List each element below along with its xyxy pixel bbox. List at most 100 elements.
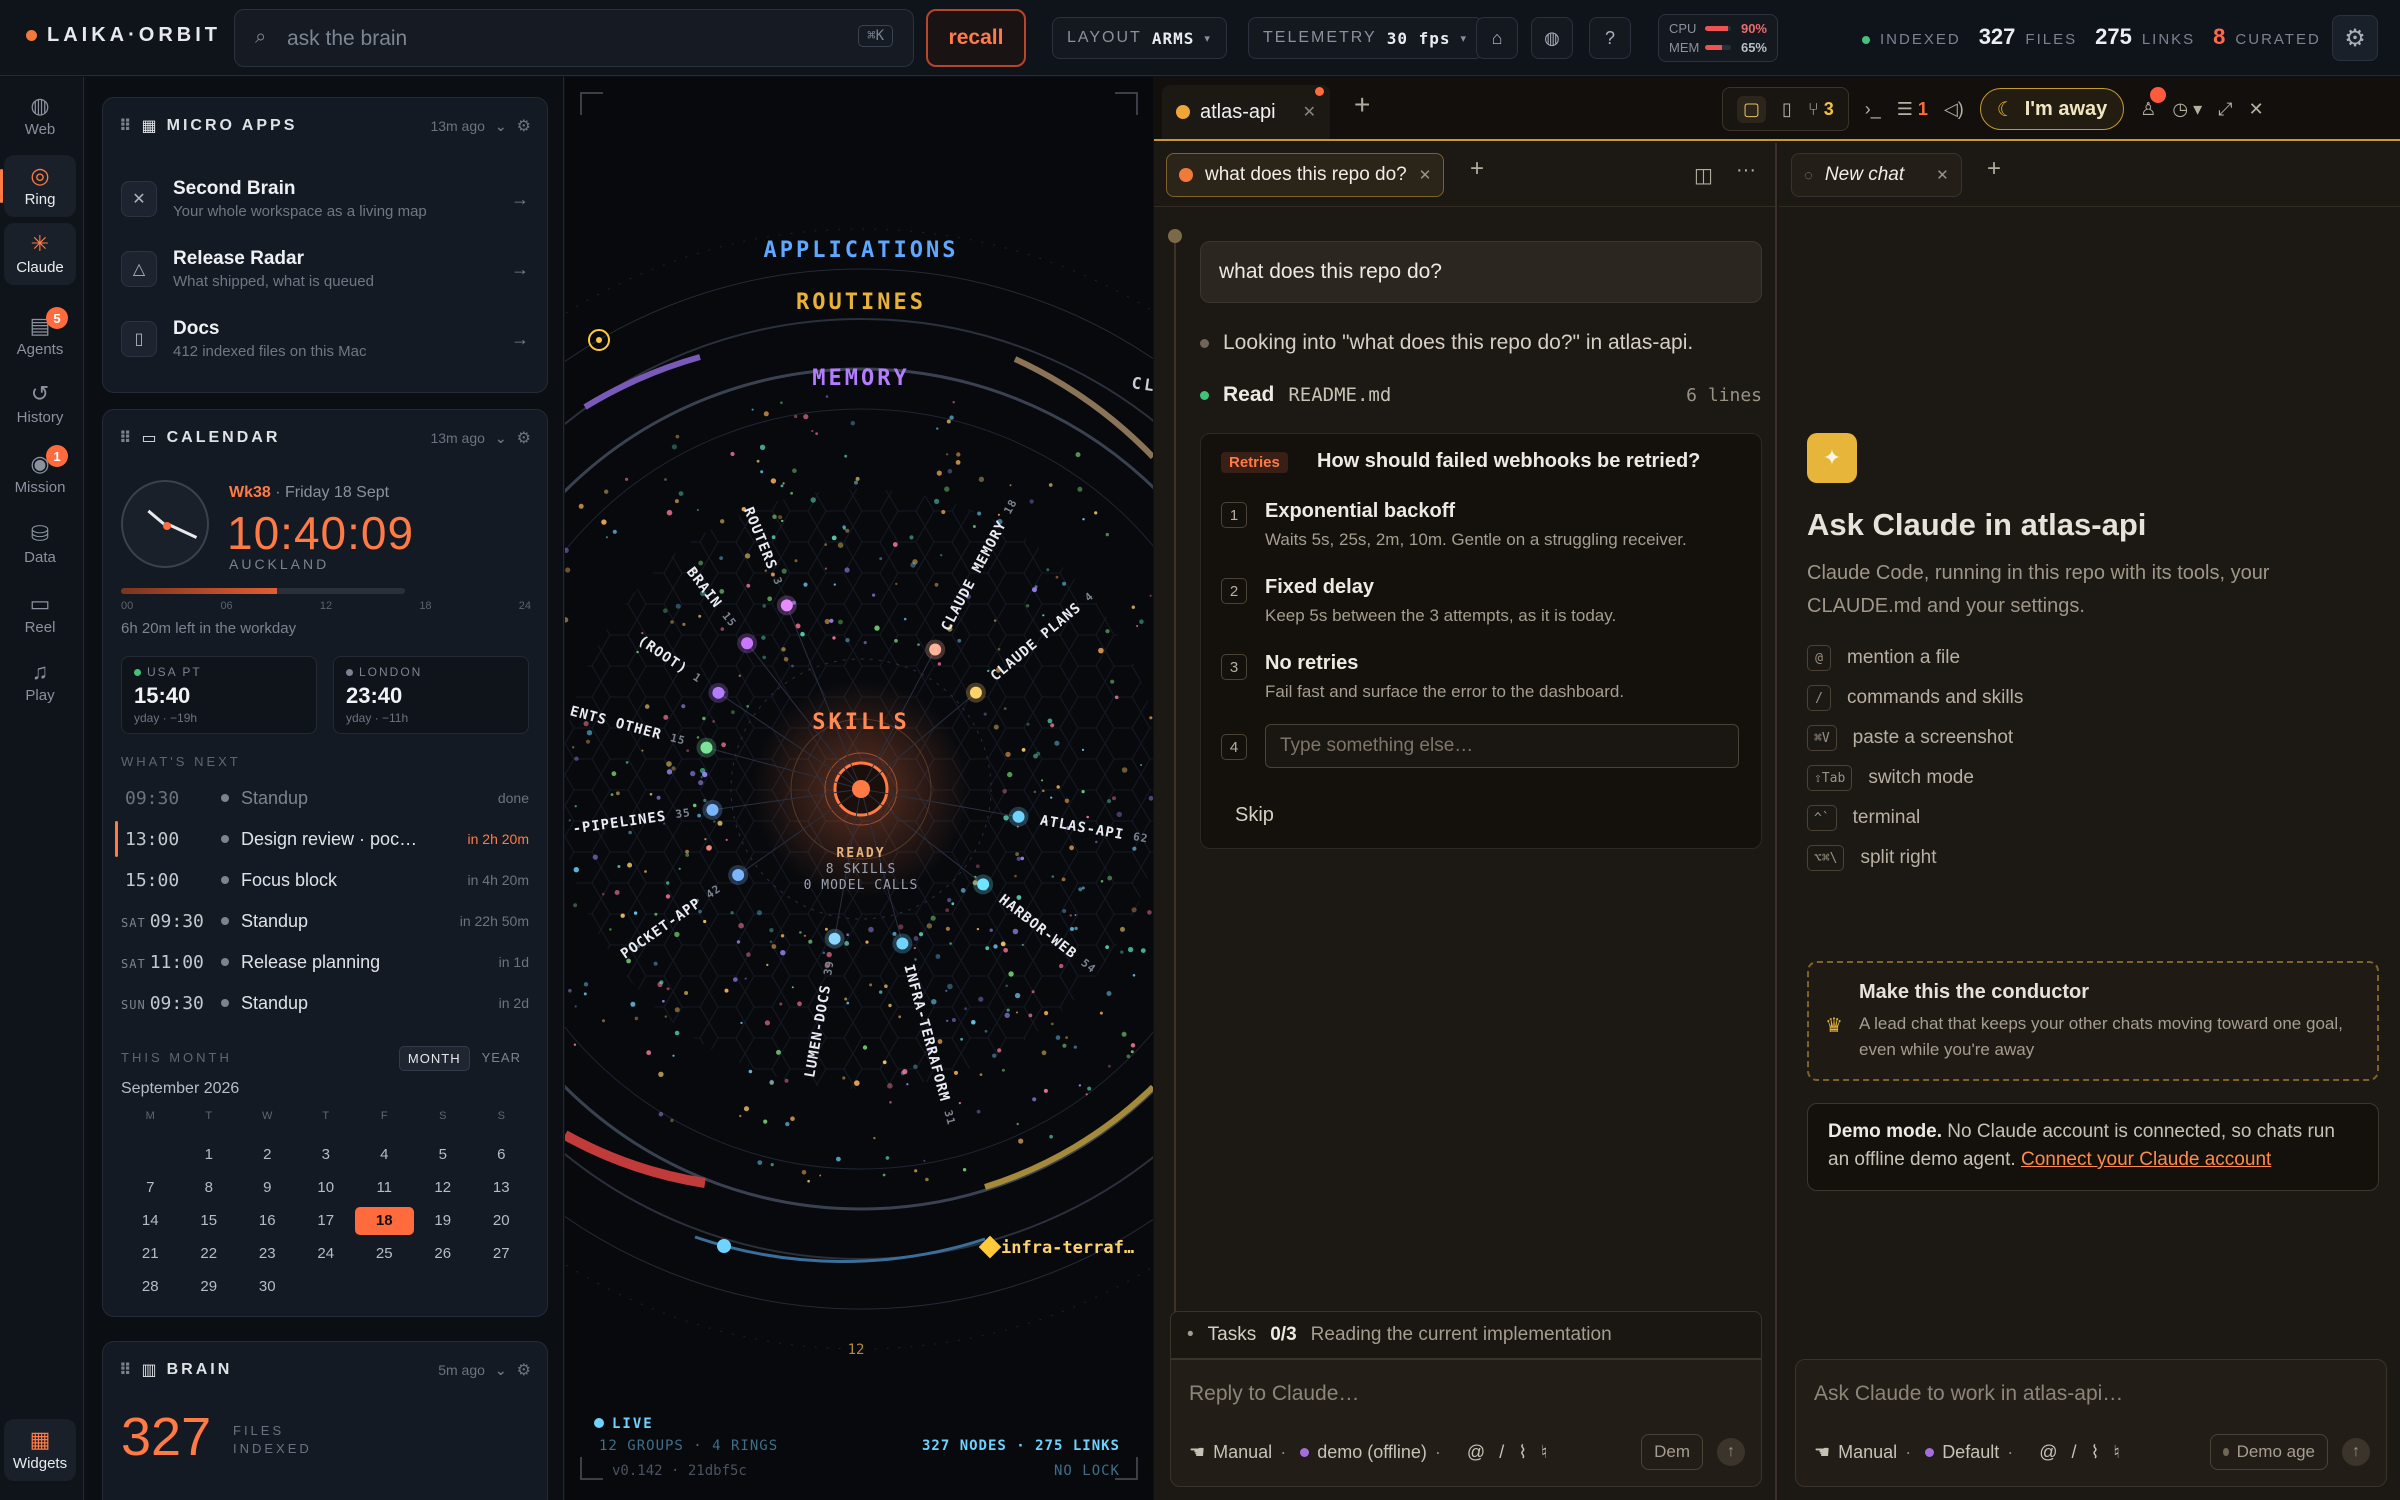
calendar-day[interactable]: 5 (414, 1138, 473, 1171)
reply-input[interactable]: Reply to Claude… (1189, 1382, 1359, 1406)
branch-icon[interactable]: ⑂ 3 (1808, 99, 1834, 120)
mention-icon[interactable]: @ (2039, 1442, 2057, 1463)
arm-node[interactable] (977, 878, 990, 891)
calendar-day[interactable]: 11 (355, 1171, 414, 1204)
chevron-down-icon[interactable]: ⌄ (495, 118, 507, 135)
gear-icon[interactable]: ⚙ (517, 116, 531, 136)
calendar-day[interactable]: 15 (180, 1204, 239, 1237)
arm-node[interactable] (732, 869, 745, 882)
help-button[interactable]: ? (1589, 17, 1631, 59)
gear-icon[interactable]: ⚙ (517, 1360, 531, 1380)
event-row[interactable]: 09:30 Standup done (121, 778, 529, 818)
skills-label[interactable]: SKILLS (812, 710, 909, 735)
user-icon[interactable]: ♙ (2140, 86, 2167, 120)
arm-node[interactable] (1012, 810, 1025, 823)
rail-item-mission[interactable]: ◉ Mission 1 (4, 443, 76, 505)
agent-tag[interactable]: Dem (1641, 1434, 1703, 1470)
ring-label[interactable]: APPLICATIONS (764, 238, 959, 263)
calendar-day[interactable]: 20 (472, 1204, 531, 1237)
calendar-day[interactable]: 25 (355, 1237, 414, 1270)
arm-node[interactable] (929, 643, 942, 656)
calendar-day[interactable]: 29 (180, 1270, 239, 1303)
chat-bubble-icon[interactable]: ▢ (1737, 95, 1767, 123)
chevron-down-icon[interactable]: ⌄ (495, 430, 507, 447)
search-input[interactable]: ask the brain (287, 27, 407, 51)
app-docs[interactable]: ▯ Docs 412 indexed files on this Mac → (121, 308, 529, 370)
rail-item-play[interactable]: ♫ Play (4, 651, 76, 713)
arm-node[interactable] (712, 686, 725, 699)
tab-atlas-api[interactable]: atlas-api ✕ (1162, 85, 1330, 139)
calendar-day[interactable]: 3 (297, 1138, 356, 1171)
mic-icon[interactable]: ♮ (1541, 1442, 1547, 1463)
event-row[interactable]: SAT 09:30 Standup in 22h 50m (121, 901, 529, 941)
home-button[interactable]: ⌂ (1476, 17, 1518, 59)
slash-icon[interactable]: / (2072, 1442, 2077, 1463)
send-button[interactable]: ↑ (1717, 1438, 1745, 1466)
telemetry-select[interactable]: TELEMETRY 30 fps ▾ (1248, 17, 1484, 59)
calendar-day[interactable]: 2 (238, 1138, 297, 1171)
arm-node[interactable] (828, 932, 841, 945)
ring-label[interactable]: ROUTINES (796, 290, 926, 315)
web-button[interactable]: ◍ (1531, 17, 1573, 59)
event-row[interactable]: 15:00 Focus block in 4h 20m (121, 860, 529, 900)
send-button[interactable]: ↑ (2342, 1438, 2370, 1466)
close-icon[interactable]: ✕ (1303, 102, 1316, 122)
rail-item-web[interactable]: ◍ Web (4, 85, 76, 147)
calendar-day[interactable]: 1 (180, 1138, 239, 1171)
ask-input[interactable]: Ask Claude to work in atlas-api… (1814, 1382, 2123, 1406)
app-release-radar[interactable]: △ Release Radar What shipped, what is queu… (121, 238, 529, 300)
ring-label[interactable]: MEMORY (812, 366, 909, 391)
calendar-day[interactable]: 21 (121, 1237, 180, 1270)
arm-node[interactable] (896, 937, 909, 950)
arm-node[interactable] (780, 599, 793, 612)
event-row[interactable]: 13:00 Design review · poc… in 2h 20m (115, 819, 529, 859)
toggle-month[interactable]: MONTH (398, 1046, 470, 1071)
event-row[interactable]: SUN 09:30 Standup in 2d (121, 983, 529, 1023)
rail-item-reel[interactable]: ▭ Reel (4, 583, 76, 645)
close-icon[interactable]: ✕ (2249, 99, 2264, 120)
toggle-year[interactable]: YEAR (474, 1046, 529, 1071)
calendar-day[interactable]: 27 (472, 1237, 531, 1270)
event-row[interactable]: SAT 11:00 Release planning in 1d (121, 942, 529, 982)
timezone-london[interactable]: LONDON 23:40 yday · −11h (333, 656, 529, 734)
list-icon[interactable]: ☰ 1 (1897, 99, 1928, 120)
settings-button[interactable]: ⚙ (2332, 15, 2378, 61)
model-select[interactable]: Default · (1925, 1442, 2013, 1463)
orbit-canvas[interactable]: ROUTERS 3BRAIN 15(ROOT) 1ENTS OTHER 15-P… (565, 77, 1153, 1500)
chat-tab-new[interactable]: ◌ New chat ✕ (1791, 153, 1962, 197)
calendar-day[interactable]: 6 (472, 1138, 531, 1171)
calendar-day[interactable]: 14 (121, 1204, 180, 1237)
calendar-day[interactable]: 28 (121, 1270, 180, 1303)
search-bar[interactable]: ⌕ ask the brain ⌘K (234, 9, 914, 67)
mode-select[interactable]: ☚ Manual · (1814, 1442, 1911, 1463)
calendar-day[interactable]: 23 (238, 1237, 297, 1270)
model-select[interactable]: demo (offline) · (1300, 1442, 1441, 1463)
calendar-day[interactable]: 22 (180, 1237, 239, 1270)
timezone-usa[interactable]: USA PT 15:40 yday · −19h (121, 656, 317, 734)
ask-composer[interactable]: Ask Claude to work in atlas-api… ☚ Manual… (1795, 1359, 2387, 1487)
mode-select[interactable]: ☚ Manual · (1189, 1442, 1286, 1463)
drag-handle-icon[interactable]: ⠿ (119, 1360, 132, 1380)
terminal-icon[interactable]: ›_ (1865, 99, 1881, 120)
tool-read-step[interactable]: Read README.md 6 lines (1200, 383, 1762, 407)
chevron-down-icon[interactable]: ⌄ (495, 1362, 507, 1379)
orbit-ring-view[interactable]: ROUTERS 3 BRAIN 15 (ROOT) 1 ENTS OTHER 15 -P… (565, 77, 1153, 1500)
agent-tag[interactable]: Demo age (2210, 1434, 2328, 1470)
rail-item-agents[interactable]: ▤ Agents 5 (4, 305, 76, 367)
new-chat-button[interactable]: + (1987, 155, 2001, 183)
calendar-day[interactable]: 8 (180, 1171, 239, 1204)
new-tab-button[interactable]: + (1354, 89, 1370, 121)
calendar-day[interactable]: 10 (297, 1171, 356, 1204)
mic-icon[interactable]: ♮ (2113, 1442, 2119, 1463)
gear-icon[interactable]: ⚙ (517, 428, 531, 448)
drag-handle-icon[interactable]: ⠿ (119, 116, 132, 136)
attach-icon[interactable]: ⌇ (2091, 1442, 2100, 1463)
away-toggle[interactable]: ☾ I'm away (1979, 88, 2125, 130)
arm-node[interactable] (969, 686, 982, 699)
mention-icon[interactable]: @ (1467, 1442, 1485, 1463)
connect-account-link[interactable]: Connect your Claude account (2021, 1149, 2271, 1170)
pinned-node-label[interactable]: infra-terraf… (1001, 1238, 1134, 1258)
skip-button[interactable]: Skip (1235, 804, 1274, 827)
recall-button[interactable]: recall (926, 9, 1026, 67)
calendar-day[interactable]: 13 (472, 1171, 531, 1204)
